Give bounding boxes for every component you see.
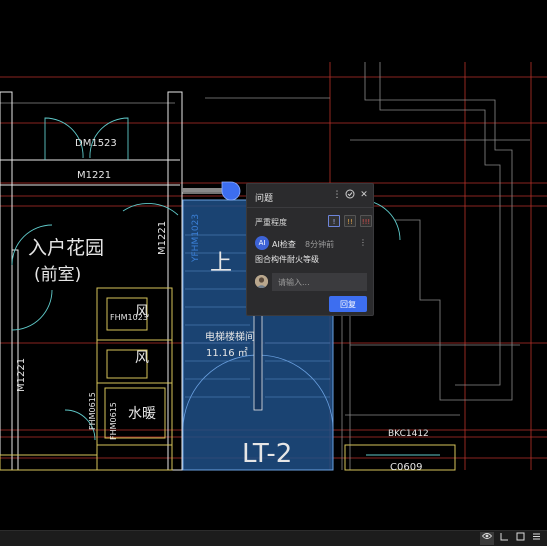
issue-popup: 问题 ⋮ ✕ 严重程度 ! !! !!! AI AI检查 8分钟前 ⋮ 图合构件… [246,183,374,316]
label-room-area: 11.16 ㎡ [206,347,248,359]
reply-button[interactable]: 回复 [329,296,367,312]
severity-high-button[interactable]: !!! [360,215,372,227]
comment-time: 8分钟前 [305,240,335,249]
label-door-top: DM1523 [75,138,117,149]
label-fhm-low3: FHM0615 [109,402,118,440]
close-icon[interactable]: ✕ [358,189,370,201]
comment-author: AI检查 [272,240,296,249]
popup-title: 问题 [255,194,274,204]
severity-medium-button[interactable]: !! [344,215,356,227]
severity-low-button[interactable]: ! [328,215,340,227]
label-elevator: LT-2 [242,439,292,469]
layers-icon[interactable] [529,532,543,545]
severity-label: 严重程度 [255,218,287,227]
square-icon[interactable] [513,532,527,545]
comment-text: 图合构件耐火等级 [255,255,319,264]
check-circle-icon[interactable] [344,189,356,201]
label-water: 水暖 [128,406,156,422]
label-m1221-top: M1221 [77,170,111,181]
reply-input[interactable] [272,273,367,291]
label-bkc: BKC1412 [388,429,429,439]
popup-header: 问题 ⋮ ✕ [247,184,373,208]
corner-icon[interactable] [497,532,511,545]
label-m1221-right: M1221 [157,221,168,255]
user-avatar [255,275,268,288]
eye-icon[interactable] [480,532,494,545]
label-entry-2: (前室) [34,265,81,285]
severity-row: 严重程度 ! !! !!! [255,215,372,229]
label-stair-up: 上 [210,251,232,276]
label-fhm-low: FHM0615 [88,392,97,430]
comment-header: AI AI检查 8分钟前 ⋮ [255,236,367,250]
label-room-name: 电梯楼梯间 [205,330,255,343]
label-m1221-left: M1221 [16,358,27,392]
label-wind-2: 风 [135,350,149,366]
reply-row [255,273,367,291]
label-c0609: C0609 [390,462,422,473]
ai-avatar: AI [255,236,269,250]
label-entry-1: 入户花园 [28,237,104,259]
comment-more-icon[interactable]: ⋮ [358,236,368,250]
label-yfhm: YFHM1023 [191,214,201,263]
more-vertical-icon[interactable]: ⋮ [331,189,343,201]
status-bar [0,530,547,546]
label-wind-1: 风 [135,304,149,320]
